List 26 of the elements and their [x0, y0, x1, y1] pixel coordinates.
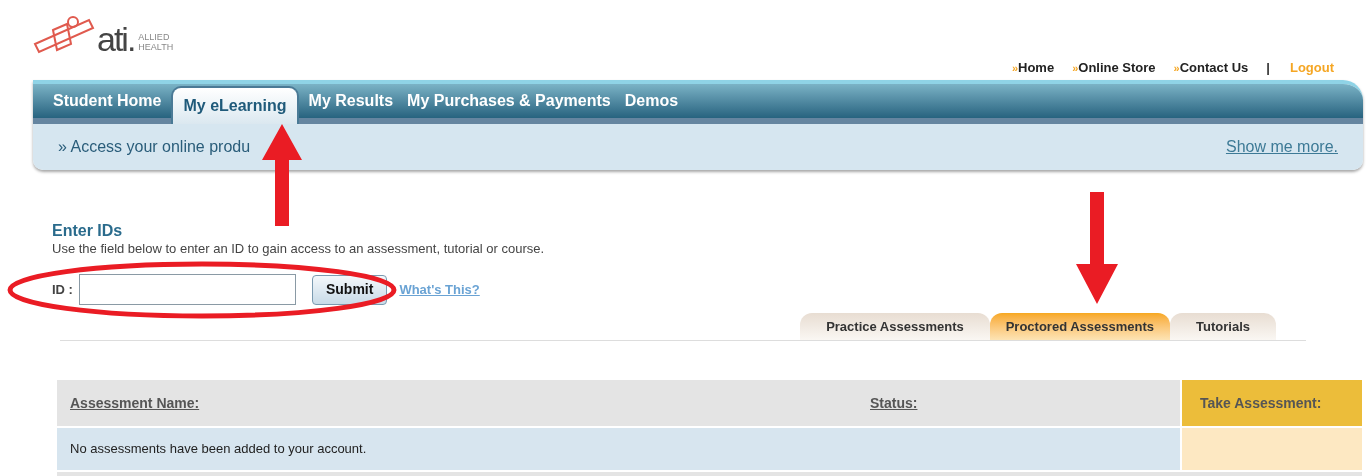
assessment-tab[interactable]: Practice Assessments — [800, 313, 990, 340]
assessment-tab[interactable]: Tutorials — [1170, 313, 1276, 340]
logo-subtitle: ALLIED — [138, 32, 171, 42]
table-header-cell: Take Assessment: — [1182, 380, 1362, 426]
separator: | — [1266, 59, 1270, 77]
nav-tab[interactable]: My Purchases & Payments — [403, 84, 615, 118]
section-title: Enter IDs — [52, 222, 124, 240]
table-header-cell: Assessment Name: — [57, 380, 870, 426]
section-description: Use the field below to enter an ID to gain access to an assessment, tutorial or course. — [52, 240, 546, 258]
top-nav-link[interactable]: »Contact Us — [1173, 58, 1249, 78]
table-header-cell: Status: — [870, 380, 1180, 426]
id-input-field[interactable] — [78, 274, 296, 305]
assessment-tab[interactable]: Proctored Assessments — [989, 313, 1171, 340]
table-cell: No assessments have been added to your account. — [57, 428, 1180, 470]
field-label: ID : — [52, 280, 73, 299]
show-more-link[interactable]: Show me more. — [1225, 135, 1338, 159]
nav-tab[interactable]: Demos — [620, 84, 683, 118]
top-nav-link[interactable]: »Home — [1011, 58, 1055, 78]
nav-tab[interactable]: My eLearning — [171, 86, 299, 124]
logo-wordmark: ati. — [97, 22, 135, 56]
banner-text: » Access your online produ — [58, 137, 251, 157]
logo-icon — [33, 14, 95, 56]
logo-subtitle: HEALTH — [138, 42, 174, 52]
nav-tab[interactable]: My Results — [304, 84, 398, 118]
nav-tab[interactable]: Student Home — [49, 84, 166, 118]
top-nav-link[interactable]: »Online Store — [1072, 58, 1156, 78]
